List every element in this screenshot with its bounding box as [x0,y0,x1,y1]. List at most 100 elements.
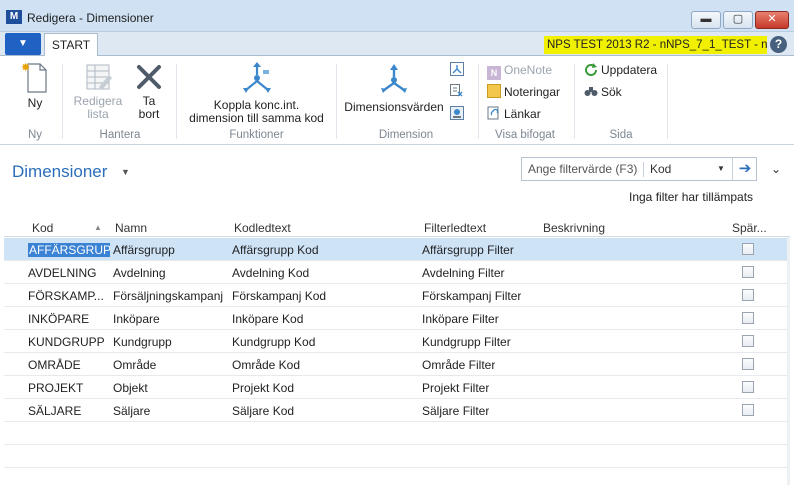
blocked-checkbox[interactable] [742,381,754,393]
search-button[interactable]: Sök [584,84,622,100]
cell-namn: Affärsgrupp [113,243,175,257]
column-header-kodledtext[interactable]: Kodledtext [234,221,291,235]
table-row[interactable]: AVDELNING Avdelning Avdelning Kod Avdelning… [4,261,790,284]
vertical-scrollbar[interactable] [787,237,790,485]
delete-x-icon [137,65,161,89]
blocked-checkbox[interactable] [742,289,754,301]
column-header-beskrivning[interactable]: Beskrivning [543,221,605,235]
table-row[interactable]: AFFÄRSGRUPPAffärsgrupp Affärsgrupp Kod Aff… [4,238,790,261]
links-button[interactable]: Länkar [487,106,541,122]
blocked-checkbox[interactable] [742,266,754,278]
cell-kodledtext: Avdelning Kod [232,266,309,280]
collapse-chevron-icon[interactable]: ⌄ [771,162,781,176]
filter-input[interactable]: Ange filtervärde (F3) [528,162,637,176]
refresh-button[interactable]: Uppdatera [584,62,657,78]
new-button-label: Ny [27,96,43,110]
cell-filterledtext-text: Projekt Filter [422,381,490,395]
link-consolidation-label-2: dimension till samma kod [189,111,324,125]
cell-kod[interactable]: AVDELNING [28,266,96,280]
table-row[interactable]: KUNDGRUPP Kundgrupp Kundgrupp Kod Kundgrupp… [4,330,790,353]
cell-kodledtext-text: Förskampanj Kod [232,289,327,303]
cell-filterledtext: Affärsgrupp Filter [422,243,514,257]
onenote-button[interactable]: N OneNote [487,62,552,80]
table-row[interactable]: INKÖPARE Inköpare Inköpare Kod Inköpare Fil… [4,307,790,330]
filter-box: Ange filtervärde (F3) Kod ▼ ➔ [521,157,757,181]
grid-header: Kod ▲ Namn Kodledtext Filterledtext Besk… [4,215,790,237]
dimension-link-icon [242,62,271,93]
cell-kod[interactable]: AFFÄRSGRUPP [28,243,110,257]
cell-namn: Kundgrupp [113,335,172,349]
dimension-small-button-3[interactable] [450,106,467,122]
ribbon: ✸ Ny Ny Redigera lista Ta bort Hantera K… [0,56,794,145]
application-menu-button[interactable]: ▼ [5,33,41,55]
blocked-checkbox[interactable] [742,335,754,347]
help-icon[interactable]: ? [770,36,787,53]
notes-button[interactable]: Noteringar [487,84,560,100]
cell-kod[interactable]: OMRÅDE [28,358,81,372]
maximize-button[interactable]: ▢ [723,11,753,29]
column-header-namn[interactable]: Namn [115,221,147,235]
ribbon-tab-strip: ▼ START NPS TEST 2013 R2 - nNPS_7_1_TEST… [0,32,794,57]
dimension-account-icon [450,106,464,120]
filter-field-chevron-down-icon[interactable]: ▼ [717,164,725,173]
cell-kod[interactable]: KUNDGRUPP [28,335,105,349]
group-label-page: Sida [609,129,633,141]
new-button[interactable]: ✸ Ny [14,60,56,110]
column-header-sparrad[interactable]: Spär... [732,221,767,235]
dimension-values-button[interactable]: Dimensionsvärden [343,62,445,114]
edit-list-label-2: lista [87,107,109,121]
blocked-checkbox[interactable] [742,358,754,370]
filter-field-select[interactable]: Kod [650,162,671,176]
cell-kod[interactable]: FÖRSKAMP... [28,289,104,303]
blocked-checkbox[interactable] [742,404,754,416]
cell-kodledtext: Område Kod [232,358,300,372]
column-header-kod[interactable]: Kod [32,221,53,235]
sort-ascending-icon: ▲ [94,223,102,232]
dimension-small-button-2[interactable] [450,84,467,100]
cell-kodledtext-text: Affärsgrupp Kod [232,243,319,257]
cell-kod-text: OMRÅDE [28,358,81,372]
edit-list-button[interactable]: Redigera lista [70,62,126,121]
cell-kodledtext-text: Projekt Kod [232,381,295,395]
minimize-button[interactable]: ▬ [691,11,721,29]
cell-filterledtext-text: Förskampanj Filter [422,289,522,303]
cell-filterledtext: Säljare Filter [422,404,489,418]
column-header-filterledtext[interactable]: Filterledtext [424,221,486,235]
cell-kodledtext: Säljare Kod [232,404,294,418]
cell-kodledtext: Projekt Kod [232,381,294,395]
cell-namn: Område [113,358,156,372]
page-title-dropdown-icon[interactable]: ▼ [121,167,130,177]
table-row[interactable]: PROJEKT Objekt Projekt Kod Projekt Filter [4,376,790,399]
cell-filterledtext: Förskampanj Filter [422,289,521,303]
cell-kodledtext-text: Avdelning Kod [232,266,310,280]
cell-kod[interactable]: PROJEKT [28,381,83,395]
table-row[interactable]: OMRÅDE Område Område Kod Område Filter [4,353,790,376]
close-button[interactable]: ✕ [755,11,789,29]
table-row[interactable]: SÄLJARE Säljare Säljare Kod Säljare Filter [4,399,790,422]
onenote-icon: N [487,66,501,80]
tab-start[interactable]: START [44,33,98,57]
app-logo-icon: M [6,10,22,24]
cell-kod[interactable]: SÄLJARE [28,404,81,418]
table-row[interactable]: FÖRSKAMP... Försäljningskampanj Förskampan… [4,284,790,307]
group-label-functions: Funktioner [229,129,284,141]
cell-kod-text: PROJEKT [28,381,84,395]
dimension-small-button-1[interactable] [450,62,467,78]
dimension-combination-icon [450,62,464,76]
cell-namn-text: Objekt [113,381,148,395]
cell-kodledtext: Kundgrupp Kod [232,335,315,349]
cell-kodledtext: Förskampanj Kod [232,289,326,303]
cell-kod[interactable]: INKÖPARE [28,312,89,326]
cell-kod-text: INKÖPARE [28,312,90,326]
cell-kodledtext: Inköpare Kod [232,312,303,326]
cell-kodledtext-text: Område Kod [232,358,301,372]
delete-button[interactable]: Ta bort [130,62,168,121]
cell-filterledtext: Kundgrupp Filter [422,335,511,349]
blocked-checkbox[interactable] [742,243,754,255]
company-indicator[interactable]: NPS TEST 2013 R2 - nNPS_7_1_TEST - n... [544,36,767,54]
blocked-checkbox[interactable] [742,312,754,324]
apply-filter-arrow-icon[interactable]: ➔ [732,158,757,180]
link-consolidation-dimension-button[interactable]: Koppla konc.int. dimension till samma ko… [184,60,329,125]
ribbon-separator [62,64,63,139]
edit-list-icon [86,64,112,90]
